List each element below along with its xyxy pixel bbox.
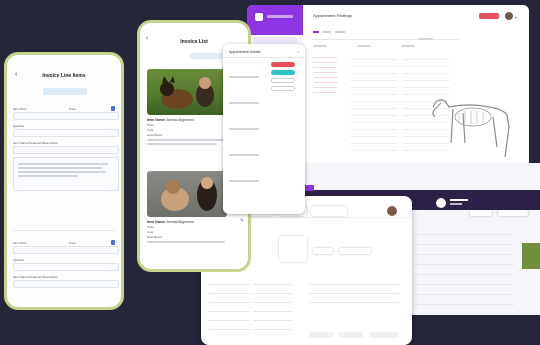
edit-icon[interactable]: ✎: [240, 218, 244, 224]
item-price-input[interactable]: [13, 246, 119, 254]
sidebar-item-active[interactable]: [253, 37, 297, 43]
app-logo-icon: [255, 13, 263, 21]
description-label: Description:: [147, 235, 163, 239]
tab-active[interactable]: [313, 31, 319, 33]
quantity-input[interactable]: [13, 129, 119, 137]
dog-photo: [147, 171, 227, 217]
cost-label: Cost:: [147, 128, 155, 132]
avatar: [436, 198, 446, 208]
price-label: Price: [69, 107, 76, 111]
description-textarea[interactable]: [13, 157, 119, 191]
item-name-input[interactable]: [13, 280, 119, 288]
divider: [13, 230, 115, 231]
status-button[interactable]: [271, 62, 295, 67]
divider: [223, 57, 305, 58]
description-label: Description:: [147, 133, 163, 137]
info-card: [279, 236, 307, 262]
close-icon[interactable]: ×: [297, 49, 299, 54]
item-name-row: Item Name: Animal Alignment: [147, 220, 194, 224]
item-price-input[interactable]: [13, 112, 119, 120]
item-price-label: Item Price: [13, 107, 27, 111]
label-column: [209, 276, 249, 336]
filter-button[interactable]: [190, 53, 222, 59]
panel-title: Appointment Details: [229, 50, 261, 54]
price-label: Price: [69, 241, 76, 245]
detail-rows: [414, 225, 514, 305]
value-column: [253, 276, 293, 336]
detail-list: [309, 276, 399, 306]
status-button[interactable]: [271, 86, 295, 91]
item-name-input[interactable]: [13, 146, 119, 154]
quantity-input[interactable]: [13, 263, 119, 271]
status-button[interactable]: [271, 70, 295, 75]
dog-skeleton-image: [432, 99, 510, 158]
tab[interactable]: [323, 31, 331, 33]
tab[interactable]: [335, 31, 345, 33]
invoice-card[interactable]: Item Name: Animal Alignment Price: Cost:…: [147, 118, 227, 178]
chip-button[interactable]: [498, 210, 528, 216]
name-text: [450, 199, 468, 201]
quantity-label: Quantity: [13, 124, 25, 128]
sidebar-brand: [267, 15, 293, 18]
footer-button[interactable]: [369, 332, 399, 338]
invoice-line-items-phone: ‹ Invoice Line Items Item Price Price Qu…: [4, 52, 124, 310]
chip-button[interactable]: [313, 248, 333, 254]
page-title: Appointment Findings: [313, 13, 352, 18]
cost-label: Cost:: [147, 230, 155, 234]
trash-icon[interactable]: [111, 240, 115, 245]
subtitle-text: [450, 203, 462, 205]
chevron-down-icon[interactable]: ▾: [515, 15, 517, 20]
price-label: Price:: [147, 225, 155, 229]
detail-rows: [229, 64, 259, 204]
dog-photo: [147, 69, 227, 115]
price-label: Price:: [147, 123, 155, 127]
status-button[interactable]: [271, 78, 295, 83]
avatar[interactable]: [505, 12, 513, 20]
description-label: Item Name/Treatment/Description: [13, 141, 58, 145]
action-button[interactable]: [479, 13, 499, 19]
quantity-label: Quantity: [13, 258, 25, 262]
description-label: Item Name/Treatment/Description: [13, 275, 58, 279]
trash-icon[interactable]: [111, 106, 115, 111]
screen-title: Invoice Line Items: [42, 73, 86, 79]
avatar[interactable]: [387, 206, 397, 216]
footer-button[interactable]: [339, 332, 363, 338]
item-name-row: Item Name: Animal Alignment: [147, 118, 194, 122]
summary-card[interactable]: [311, 206, 347, 216]
skeleton-diagram-panel: [415, 35, 523, 175]
photo-thumbnail: [522, 243, 540, 269]
footer-actions: [309, 332, 399, 338]
item-price-label: Item Price: [13, 241, 27, 245]
add-item-button[interactable]: [43, 88, 87, 95]
chip-button[interactable]: [339, 248, 371, 254]
appointment-details-panel: Appointment Details ×: [223, 44, 305, 214]
footer-button[interactable]: [309, 332, 333, 338]
chip-button[interactable]: [470, 210, 492, 216]
invoice-card[interactable]: Item Name: Animal Alignment Price: Cost:…: [147, 220, 227, 266]
